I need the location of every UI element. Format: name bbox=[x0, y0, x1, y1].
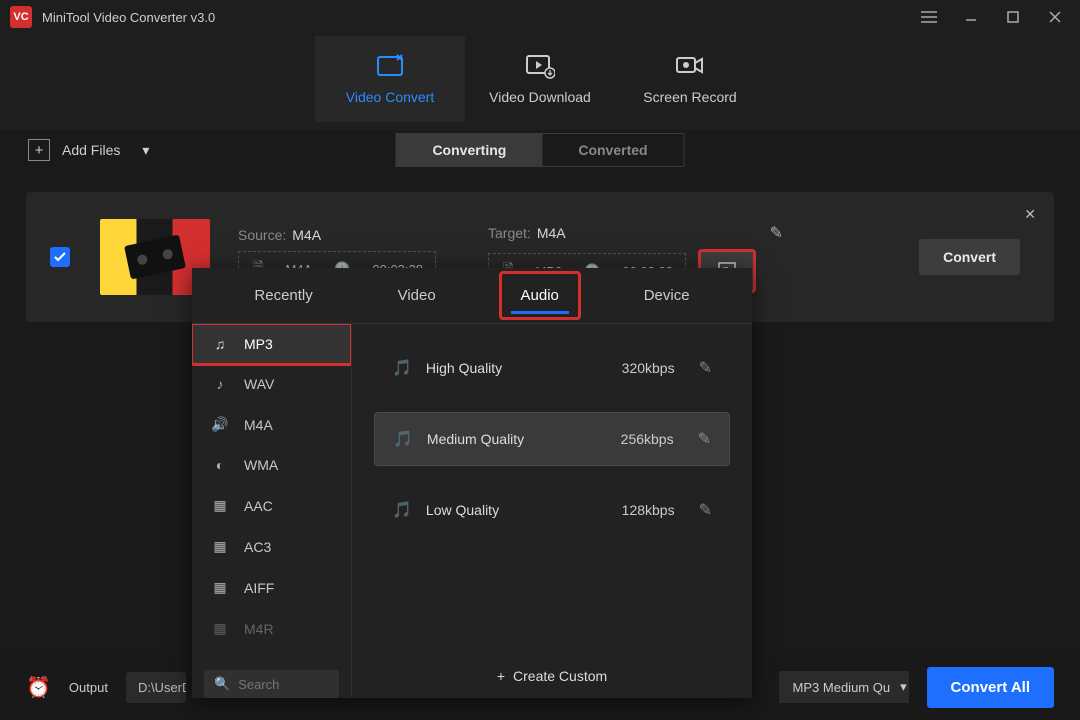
plus-icon: + bbox=[497, 668, 505, 684]
audio-file-icon: 🎵 bbox=[393, 429, 413, 449]
fmt-ac3[interactable]: ▦ AC3 bbox=[192, 526, 351, 567]
fmt-label: WAV bbox=[244, 376, 274, 392]
fmt-label: M4R bbox=[244, 621, 274, 637]
format-search[interactable]: 🔍 bbox=[204, 670, 339, 698]
edit-icon[interactable]: ✎ bbox=[699, 500, 712, 520]
menu-icon[interactable] bbox=[908, 0, 950, 34]
minimize-button[interactable] bbox=[950, 0, 992, 34]
add-files-label: Add Files bbox=[62, 142, 120, 158]
fmt-label: M4A bbox=[244, 417, 273, 433]
main-tabs: Video Convert Video Download Screen Reco… bbox=[0, 34, 1080, 130]
tab-video-convert[interactable]: Video Convert bbox=[315, 36, 465, 122]
fmt-m4a[interactable]: 🔊 M4A bbox=[192, 404, 351, 445]
fmt-wav[interactable]: ♪ WAV bbox=[192, 364, 351, 404]
fmt-wma[interactable]: ◐ WMA bbox=[192, 445, 351, 485]
tab-screen-record[interactable]: Screen Record bbox=[615, 36, 765, 122]
badge-icon: ▦ bbox=[210, 538, 230, 555]
quality-name: High Quality bbox=[426, 360, 596, 376]
quality-list: 🎵 High Quality 320kbps ✎ 🎵 Medium Qualit… bbox=[352, 324, 752, 698]
fmt-label: MP3 bbox=[244, 336, 273, 352]
chevron-down-icon: ▾ bbox=[900, 679, 907, 695]
toolbar: + Add Files ▾ Converting Converted bbox=[0, 130, 1080, 170]
create-custom-button[interactable]: + Create Custom bbox=[497, 668, 607, 684]
fmt-aiff[interactable]: ▦ AIFF bbox=[192, 567, 351, 608]
search-icon: 🔍 bbox=[214, 676, 230, 692]
format-popover: Recently Video Audio Device ♫ MP3 ♪ WAV 🔊 M… bbox=[192, 268, 752, 698]
fmt-mp3[interactable]: ♫ MP3 bbox=[192, 324, 351, 364]
music-note-icon: ♪ bbox=[210, 376, 230, 392]
tab-label: Video Download bbox=[489, 89, 591, 105]
maximize-button[interactable] bbox=[992, 0, 1034, 34]
badge-icon: ▦ bbox=[210, 620, 230, 637]
converting-tab[interactable]: Converting bbox=[396, 134, 542, 166]
create-custom-label: Create Custom bbox=[513, 668, 607, 684]
titlebar: VC MiniTool Video Converter v3.0 bbox=[0, 0, 1080, 34]
target-value: M4A bbox=[537, 225, 566, 241]
tab-label: Screen Record bbox=[643, 89, 736, 105]
app-logo: VC bbox=[10, 6, 32, 28]
converting-toggle: Converting Converted bbox=[395, 133, 684, 167]
fmt-label: AC3 bbox=[244, 539, 271, 555]
chevron-down-icon[interactable]: ▾ bbox=[142, 142, 149, 159]
add-files-button[interactable]: + Add Files ▾ bbox=[28, 139, 149, 161]
popover-tabs: Recently Video Audio Device bbox=[192, 268, 752, 324]
quality-name: Medium Quality bbox=[427, 431, 597, 447]
source-label: Source: bbox=[238, 227, 286, 243]
schedule-icon[interactable]: ⏰ bbox=[26, 675, 51, 700]
ptab-device[interactable]: Device bbox=[624, 273, 710, 318]
convert-button[interactable]: Convert bbox=[919, 239, 1020, 275]
output-path[interactable]: D:\UserD bbox=[126, 672, 186, 703]
format-list[interactable]: ♫ MP3 ♪ WAV 🔊 M4A ◐ WMA ▦ AAC ▦ AC3 ▦ AIFF ▦ M4R… bbox=[192, 324, 352, 698]
quality-medium[interactable]: 🎵 Medium Quality 256kbps ✎ bbox=[374, 412, 730, 466]
fmt-aac[interactable]: ▦ AAC bbox=[192, 485, 351, 526]
badge-icon: ▦ bbox=[210, 579, 230, 596]
picker-label: MP3 Medium Qu bbox=[793, 680, 891, 695]
ptab-video[interactable]: Video bbox=[378, 273, 456, 318]
quality-rate: 320kbps bbox=[596, 360, 675, 376]
edit-target-icon[interactable]: ✎ bbox=[770, 223, 783, 243]
quality-rate: 128kbps bbox=[596, 502, 675, 518]
ptab-audio[interactable]: Audio bbox=[501, 273, 579, 318]
badge-icon: ▦ bbox=[210, 497, 230, 514]
global-format-picker[interactable]: MP3 Medium Qu ▾ bbox=[779, 671, 909, 703]
file-checkbox[interactable] bbox=[50, 247, 70, 267]
quality-name: Low Quality bbox=[426, 502, 596, 518]
audio-file-icon: 🎵 bbox=[392, 358, 412, 378]
remove-file-button[interactable]: ✕ bbox=[1024, 206, 1036, 223]
quality-high[interactable]: 🎵 High Quality 320kbps ✎ bbox=[374, 342, 730, 394]
quality-rate: 256kbps bbox=[597, 431, 674, 447]
tab-label: Video Convert bbox=[346, 89, 434, 105]
audio-file-icon: 🎵 bbox=[392, 500, 412, 520]
music-note-icon: ♫ bbox=[210, 336, 230, 352]
converted-tab[interactable]: Converted bbox=[542, 134, 683, 166]
fmt-label: AAC bbox=[244, 498, 273, 514]
search-input[interactable] bbox=[238, 677, 329, 692]
plus-icon: + bbox=[28, 139, 50, 161]
convert-all-button[interactable]: Convert All bbox=[927, 667, 1054, 708]
edit-icon[interactable]: ✎ bbox=[699, 358, 712, 378]
app-title: MiniTool Video Converter v3.0 bbox=[42, 10, 215, 25]
audio-icon: ◐ bbox=[210, 457, 230, 473]
fmt-label: AIFF bbox=[244, 580, 274, 596]
tab-video-download[interactable]: Video Download bbox=[465, 36, 615, 122]
speaker-icon: 🔊 bbox=[210, 416, 230, 433]
close-button[interactable] bbox=[1034, 0, 1076, 34]
fmt-label: WMA bbox=[244, 457, 278, 473]
output-label: Output bbox=[69, 680, 108, 695]
source-value: M4A bbox=[292, 227, 321, 243]
quality-low[interactable]: 🎵 Low Quality 128kbps ✎ bbox=[374, 484, 730, 536]
target-label: Target: bbox=[488, 225, 531, 241]
fmt-m4r[interactable]: ▦ M4R bbox=[192, 608, 351, 649]
ptab-recently[interactable]: Recently bbox=[234, 273, 332, 318]
edit-icon[interactable]: ✎ bbox=[698, 429, 711, 449]
